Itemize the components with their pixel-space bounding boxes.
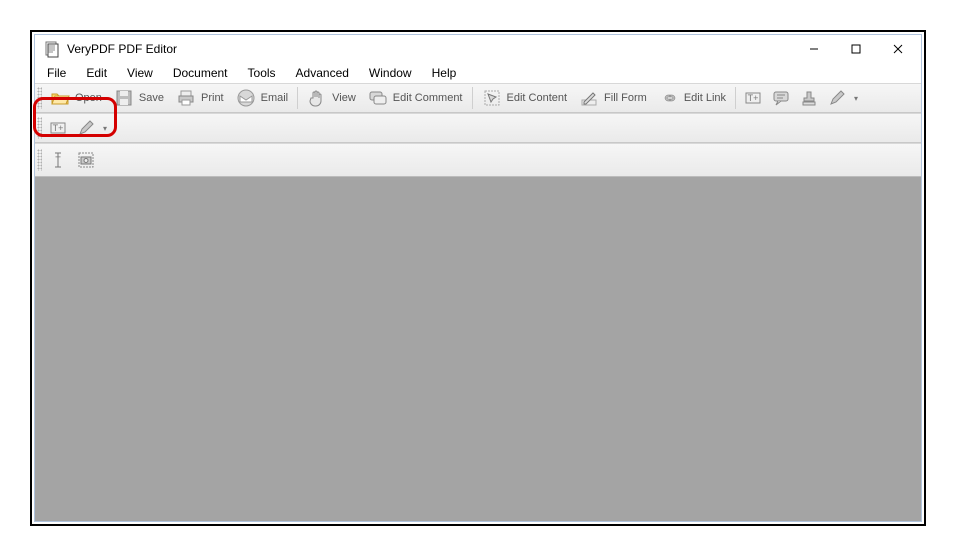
- minimize-button[interactable]: [793, 35, 835, 63]
- app-title: VeryPDF PDF Editor: [67, 42, 177, 56]
- hand-icon: [307, 88, 327, 108]
- speech-bubble-icon: [771, 88, 791, 108]
- menu-tools[interactable]: Tools: [240, 65, 284, 81]
- toolbar-tertiary: T: [35, 143, 921, 177]
- toolbar-secondary: T+ ▾: [35, 113, 921, 143]
- toolbar-separator: [735, 87, 736, 109]
- snapshot-tool[interactable]: [72, 147, 100, 173]
- save-button[interactable]: Save: [108, 85, 170, 111]
- open-label: Open: [75, 92, 102, 104]
- menu-document[interactable]: Document: [165, 65, 236, 81]
- email-label: Email: [261, 92, 289, 104]
- email-icon: [236, 88, 256, 108]
- edit-content-label: Edit Content: [507, 92, 568, 104]
- comment-icon: [368, 88, 388, 108]
- toolbar-separator: [297, 87, 298, 109]
- menubar: File Edit View Document Tools Advanced W…: [35, 63, 921, 83]
- note-tool[interactable]: [767, 85, 795, 111]
- stamp-tool[interactable]: [795, 85, 823, 111]
- printer-icon: [176, 88, 196, 108]
- menu-window[interactable]: Window: [361, 65, 420, 81]
- stamp-icon: [799, 88, 819, 108]
- draw-dropdown-2[interactable]: ▾: [100, 115, 110, 141]
- svg-text:T+: T+: [53, 123, 64, 133]
- edit-content-button[interactable]: Edit Content: [476, 85, 574, 111]
- toolbar-separator: [472, 87, 473, 109]
- pencil-icon: [76, 118, 96, 138]
- svg-text:T: T: [55, 155, 61, 165]
- edit-link-button[interactable]: Edit Link: [653, 85, 732, 111]
- menu-file[interactable]: File: [39, 65, 74, 81]
- open-button[interactable]: Open: [44, 85, 108, 111]
- pencil-form-icon: [579, 88, 599, 108]
- edit-link-label: Edit Link: [684, 92, 726, 104]
- pencil-tool[interactable]: [823, 85, 851, 111]
- menu-edit[interactable]: Edit: [78, 65, 115, 81]
- app-icon: [43, 40, 61, 58]
- close-button[interactable]: [877, 35, 919, 63]
- print-label: Print: [201, 92, 224, 104]
- save-floppy-icon: [114, 88, 134, 108]
- text-box-icon: T+: [48, 118, 68, 138]
- text-cursor-icon: T: [48, 150, 68, 170]
- toolbar-grip[interactable]: [37, 117, 42, 139]
- svg-text:T+: T+: [748, 93, 759, 103]
- titlebar: VeryPDF PDF Editor: [35, 35, 921, 63]
- fill-form-label: Fill Form: [604, 92, 647, 104]
- save-label: Save: [139, 92, 164, 104]
- email-button[interactable]: Email: [230, 85, 295, 111]
- pencil-icon: [827, 88, 847, 108]
- toolbar-main: Open Save Print Email View: [35, 83, 921, 113]
- pencil-dropdown[interactable]: ▾: [851, 85, 861, 111]
- text-cursor-tool[interactable]: T: [44, 147, 72, 173]
- print-button[interactable]: Print: [170, 85, 230, 111]
- text-tool-2[interactable]: T+: [44, 115, 72, 141]
- view-label: View: [332, 92, 356, 104]
- camera-icon: [76, 150, 96, 170]
- fill-form-button[interactable]: Fill Form: [573, 85, 653, 111]
- text-box-tool[interactable]: T+: [739, 85, 767, 111]
- menu-advanced[interactable]: Advanced: [288, 65, 357, 81]
- menu-view[interactable]: View: [119, 65, 161, 81]
- toolbar-grip[interactable]: [37, 87, 42, 109]
- document-canvas: [35, 177, 921, 521]
- edit-comment-button[interactable]: Edit Comment: [362, 85, 469, 111]
- menu-help[interactable]: Help: [424, 65, 465, 81]
- open-folder-icon: [50, 88, 70, 108]
- view-button[interactable]: View: [301, 85, 362, 111]
- link-icon: [659, 88, 679, 108]
- toolbar-grip[interactable]: [37, 149, 42, 171]
- maximize-button[interactable]: [835, 35, 877, 63]
- edit-comment-label: Edit Comment: [393, 92, 463, 104]
- cursor-content-icon: [482, 88, 502, 108]
- app-window: VeryPDF PDF Editor File Edit View Docume…: [34, 34, 922, 522]
- draw-tool-2[interactable]: [72, 115, 100, 141]
- text-box-icon: T+: [743, 88, 763, 108]
